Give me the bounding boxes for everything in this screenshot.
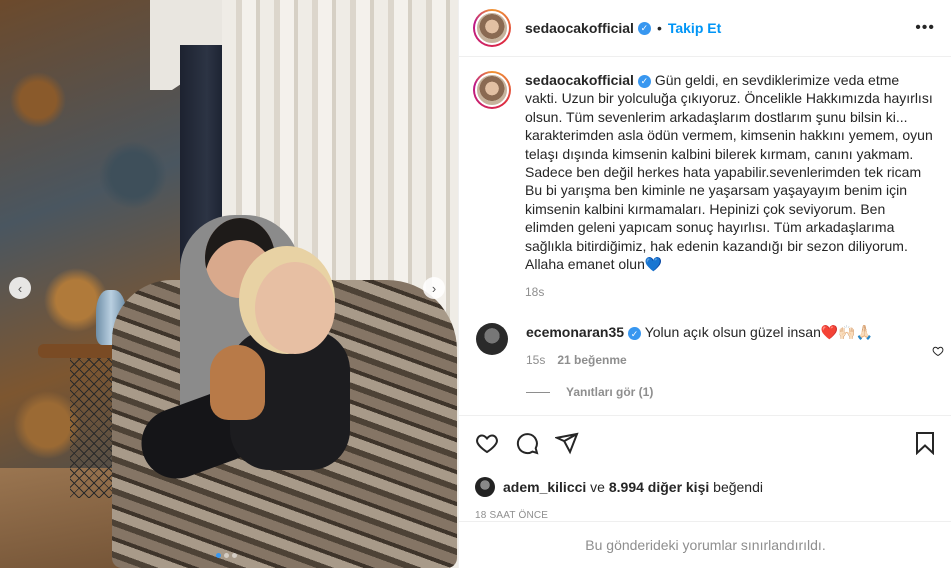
caption-time[interactable]: 18s (525, 285, 935, 299)
caption-text: sedaocakofficial ✓ Gün geldi, en sevdikle… (525, 71, 935, 273)
more-options-icon[interactable]: ••• (915, 19, 935, 37)
comment-icon[interactable] (515, 431, 539, 455)
comments-restricted-notice: Bu gönderideki yorumlar sınırlandırıldı. (459, 521, 951, 568)
caption-body: Gün geldi, en sevdiklerimize veda etme v… (525, 72, 933, 273)
paper-plane-icon[interactable] (555, 431, 579, 455)
comment-time[interactable]: 15s (526, 353, 545, 367)
view-replies-button[interactable]: Yanıtları gör (1) (526, 385, 936, 399)
heart-icon[interactable] (475, 431, 499, 455)
follow-button[interactable]: Takip Et (668, 20, 721, 36)
replies-label: Yanıtları gör (1) (566, 385, 654, 400)
verified-badge-icon: ✓ (628, 327, 642, 341)
verified-badge-icon: ✓ (637, 74, 651, 88)
replies-divider (526, 391, 550, 393)
carousel-dot (216, 553, 221, 558)
chevron-right-icon[interactable]: › (423, 277, 445, 299)
avatar-image (475, 73, 509, 107)
carousel-dot (224, 553, 229, 558)
avatar[interactable] (473, 71, 511, 109)
carousel-dots (216, 553, 237, 558)
likes-summary: adem_kilicci ve 8.994 diğer kişi beğendi (475, 477, 936, 497)
comment-line: ecemonaran35 ✓ Yolun açık olsun güzel ins… (526, 323, 936, 341)
carousel-dot (232, 553, 237, 558)
photo-head-woman (255, 262, 335, 354)
comment-meta: 15s 21 beğenme (526, 353, 936, 367)
likes-connector: ve (590, 479, 605, 495)
post-caption: sedaocakofficial ✓ Gün geldi, en sevdikle… (473, 71, 936, 299)
post-image[interactable]: ‹ › (0, 0, 458, 568)
avatar[interactable] (473, 9, 511, 47)
likes-suffix: beğendi (713, 479, 763, 495)
photo-table-leg (70, 358, 118, 498)
bookmark-icon[interactable] (914, 431, 936, 455)
post-header: sedaocakofficial ✓ • Takip Et ••• (459, 0, 951, 57)
comment-likes[interactable]: 21 beğenme (557, 353, 626, 367)
header-separator: • (656, 20, 662, 36)
caption-username[interactable]: sedaocakofficial (525, 72, 634, 88)
posted-ago[interactable]: 18 SAAT ÖNCE (475, 510, 936, 521)
avatar-image (475, 11, 509, 45)
likes-others[interactable]: 8.994 diğer kişi (609, 479, 709, 495)
liked-by-user[interactable]: adem_kilicci (503, 479, 586, 495)
list-item: ecemonaran35 ✓ Yolun açık olsun güzel ins… (473, 323, 936, 367)
comments-section[interactable]: sedaocakofficial ✓ Gün geldi, en sevdikle… (459, 57, 951, 415)
verified-badge-icon: ✓ (637, 21, 651, 35)
post-sidebar: sedaocakofficial ✓ • Takip Et ••• sedaoc… (458, 0, 951, 568)
photo-dog (210, 345, 265, 420)
avatar[interactable] (475, 477, 495, 497)
header-username[interactable]: sedaocakofficial (525, 20, 634, 36)
chevron-left-icon[interactable]: ‹ (9, 277, 31, 299)
post-modal: ‹ › sedaocakofficial ✓ • Takip Et ••• se… (0, 0, 951, 568)
avatar[interactable] (476, 323, 508, 356)
post-actions: adem_kilicci ve 8.994 diğer kişi beğendi… (459, 415, 951, 521)
comment-text: Yolun açık olsun güzel insan❤️🙌🏻🙏🏻 (644, 324, 874, 341)
comment-heart-icon[interactable] (932, 345, 944, 357)
comment-username[interactable]: ecemonaran35 (526, 324, 624, 340)
